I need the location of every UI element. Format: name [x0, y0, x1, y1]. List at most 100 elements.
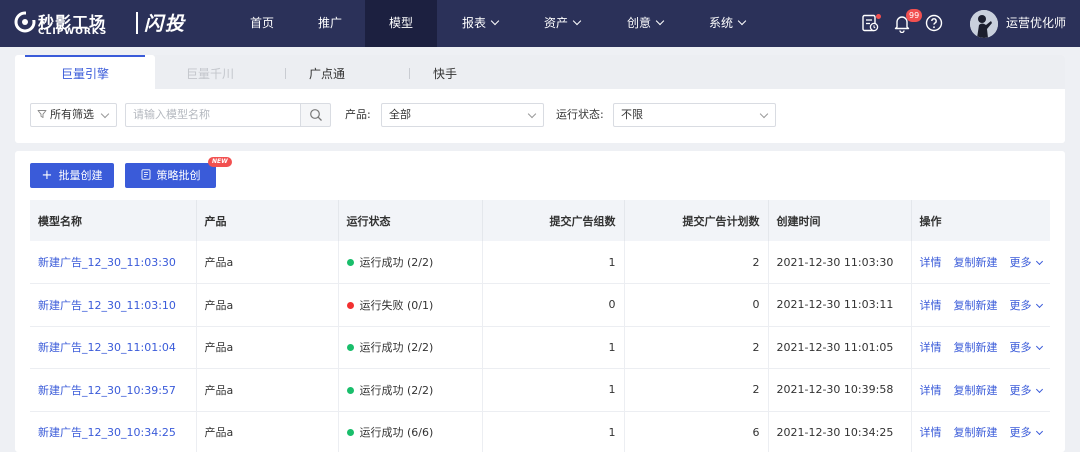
username[interactable]: 运营优化师 — [1006, 0, 1066, 47]
chevron-down-icon — [1035, 385, 1043, 393]
status-dot — [346, 301, 354, 309]
more-label: 更多 — [1009, 426, 1032, 440]
more-label: 更多 — [1009, 256, 1032, 269]
model-name-link[interactable]: 新建广告_12_30_11:03:30 — [30, 241, 197, 284]
chevron-down-icon — [1035, 300, 1043, 308]
ad-plans-cell: 2 — [624, 326, 769, 369]
table-row: 新建广告_12_30_11:03:30 产品a 运行成功 (2/2) 1 2 2021-1… — [30, 241, 1050, 284]
model-name-link[interactable]: 新建广告_12_30_11:03:10 — [30, 283, 197, 327]
status-cell: 运行成功 (2/2) — [338, 368, 483, 412]
detail-link[interactable]: 详情 — [920, 299, 942, 312]
column-header-product: 产品 — [196, 200, 339, 241]
batch-create-button[interactable]: + 批量创建 — [30, 163, 114, 188]
chevron-down-icon — [100, 109, 110, 119]
chevron-down-icon — [759, 109, 769, 119]
status-cell: 运行成功 (2/2) — [338, 241, 483, 284]
copy-new-link[interactable]: 复制新建 — [954, 341, 998, 354]
copy-new-link[interactable]: 复制新建 — [954, 299, 998, 312]
more-dropdown[interactable]: 更多 — [1009, 426, 1043, 440]
more-dropdown[interactable]: 更多 — [1009, 256, 1043, 269]
status-select[interactable]: 不限 — [613, 103, 776, 127]
document-icon — [141, 169, 150, 180]
plus-icon: + — [41, 168, 53, 183]
column-header-ad-groups: 提交广告组数 — [482, 200, 625, 241]
more-label: 更多 — [1009, 383, 1032, 397]
nav-item-creative[interactable]: 创意 — [615, 0, 675, 47]
tab-ocean-engine[interactable]: 巨量引擎 — [15, 55, 155, 89]
tab-divider — [285, 68, 286, 79]
actions-cell: 详情 复制新建 更多 — [911, 241, 1050, 284]
clipworks-logo-icon — [14, 11, 36, 33]
new-badge: NEW — [208, 157, 232, 167]
task-alert-dot — [876, 14, 881, 19]
chevron-down-icon — [490, 16, 500, 26]
nav-item-model[interactable]: 模型 — [365, 0, 437, 47]
ad-plans-cell: 2 — [624, 241, 769, 284]
tab-guangdiantong[interactable]: 广点通 — [309, 55, 345, 89]
tab-kuaishou[interactable]: 快手 — [433, 55, 457, 89]
ad-plans-cell: 0 — [624, 283, 769, 327]
status-dot — [346, 259, 354, 266]
created-time-cell: 2021-12-30 10:34:25 — [768, 411, 912, 452]
chevron-down-icon — [737, 16, 747, 26]
table-row: 新建广告_12_30_11:01:04 产品a 运行成功 (2/2) 1 2 2021-1… — [30, 326, 1050, 369]
column-header-actions: 操作 — [911, 200, 1050, 241]
ad-groups-cell: 1 — [482, 326, 625, 369]
status-dot — [346, 344, 354, 352]
chevron-down-icon — [1035, 257, 1043, 266]
brand-name-en: CLIPWORKS — [38, 27, 108, 37]
ad-plans-cell: 2 — [624, 368, 769, 412]
table-row: 新建广告_12_30_10:39:57 产品a 运行成功 (2/2) 1 2 2021-1… — [30, 368, 1050, 412]
model-name-link[interactable]: 新建广告_12_30_10:39:57 — [30, 368, 197, 412]
product-cell: 产品a — [196, 411, 339, 452]
actions-cell: 详情 复制新建 更多 — [911, 368, 1050, 412]
detail-link[interactable]: 详情 — [920, 256, 942, 269]
model-name-link[interactable]: 新建广告_12_30_10:34:25 — [30, 411, 197, 452]
table-row: 新建广告_12_30_11:03:10 产品a 运行失败 (0/1) 0 0 2021-1… — [30, 283, 1050, 327]
model-table: 模型名称 产品 运行状态 提交广告组数 提交广告计划数 创建时间 操作 新建广告… — [30, 200, 1050, 452]
status-text: 运行成功 (2/2) — [359, 256, 434, 269]
nav-item-home[interactable]: 首页 — [238, 0, 286, 47]
chevron-down-icon — [1035, 428, 1043, 436]
more-dropdown[interactable]: 更多 — [1009, 298, 1043, 312]
nav-item-promotion[interactable]: 推广 — [306, 0, 354, 47]
detail-link[interactable]: 详情 — [920, 341, 942, 354]
copy-new-link[interactable]: 复制新建 — [954, 256, 998, 269]
model-name-search-input[interactable]: 请输入模型名称 — [125, 103, 301, 127]
detail-link[interactable]: 详情 — [920, 384, 942, 397]
more-dropdown[interactable]: 更多 — [1009, 383, 1043, 397]
created-time-cell: 2021-12-30 11:03:30 — [768, 241, 912, 284]
ad-groups-cell: 1 — [482, 241, 625, 284]
chevron-down-icon — [655, 16, 665, 26]
chevron-down-icon — [527, 109, 537, 119]
ad-plans-cell: 6 — [624, 411, 769, 452]
more-dropdown[interactable]: 更多 — [1010, 341, 1043, 354]
status-cell: 运行成功 (2/2) — [338, 326, 483, 369]
tab-qianchuan: 巨量千川 — [186, 67, 235, 81]
product-filter-label: 产品: — [345, 108, 371, 121]
more-label: 更多 — [1009, 298, 1032, 312]
copy-new-link[interactable]: 复制新建 — [954, 384, 998, 397]
strategy-batch-create-button[interactable]: 策略批创 — [125, 163, 216, 188]
user-avatar[interactable] — [970, 10, 998, 38]
search-icon — [310, 109, 322, 121]
detail-link[interactable]: 详情 — [920, 426, 942, 439]
actions-cell: 详情 复制新建 更多 — [911, 326, 1050, 369]
nav-item-reports[interactable]: 报表 — [450, 0, 510, 47]
search-button[interactable] — [300, 103, 331, 127]
nav-item-assets[interactable]: 资产 — [532, 0, 592, 47]
all-filters-dropdown[interactable]: 所有筛选 — [30, 103, 117, 127]
copy-new-link[interactable]: 复制新建 — [954, 426, 998, 439]
nav-item-system[interactable]: 系统 — [697, 0, 757, 47]
table-header-row: 模型名称 产品 运行状态 提交广告组数 提交广告计划数 创建时间 操作 — [30, 200, 1050, 241]
column-header-ad-plans: 提交广告计划数 — [624, 200, 769, 241]
model-name-link[interactable]: 新建广告_12_30_11:01:04 — [30, 326, 197, 369]
column-header-created-time: 创建时间 — [768, 200, 912, 241]
status-dot — [346, 386, 354, 394]
chevron-down-icon — [1035, 343, 1043, 351]
help-icon[interactable] — [924, 13, 944, 33]
product-select[interactable]: 全部 — [381, 103, 544, 127]
brand-logo[interactable]: 秒影工场 CLIPWORKS 闪投 — [14, 8, 194, 38]
product-cell: 产品a — [196, 241, 339, 284]
filter-panel: 巨量引擎 巨量千川 广点通 快手 — [15, 55, 1065, 143]
